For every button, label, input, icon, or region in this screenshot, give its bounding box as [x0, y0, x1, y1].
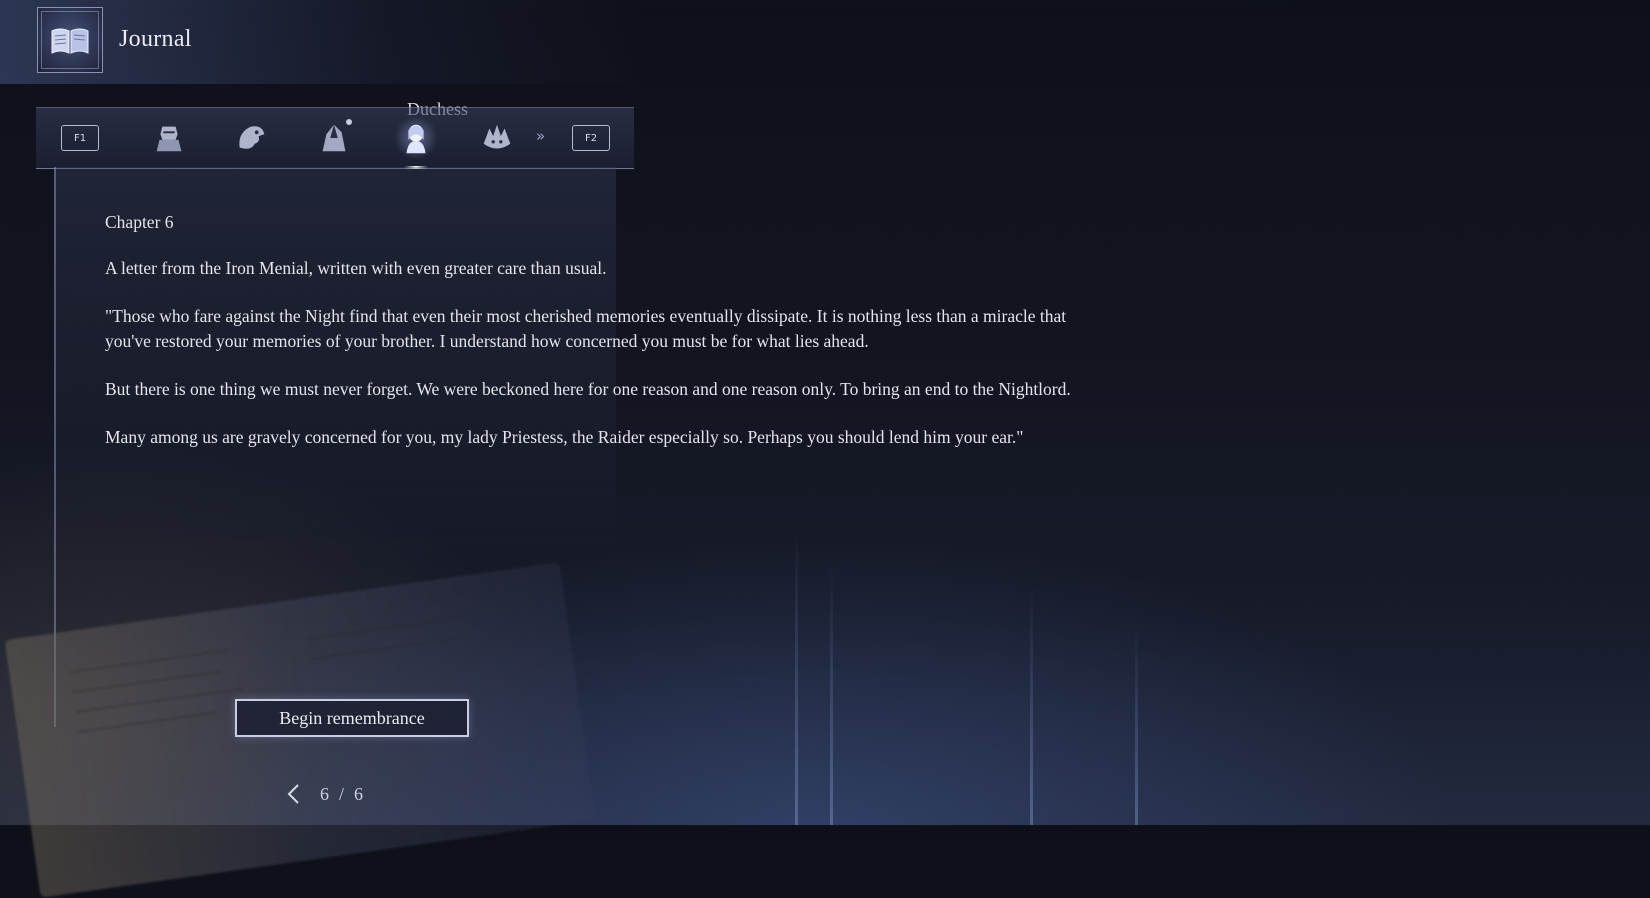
- page-current: 6: [320, 783, 329, 804]
- page-navigator: 6 / 6: [286, 780, 363, 808]
- journal-book-icon: [37, 7, 103, 73]
- duchess-portrait-icon: [406, 124, 426, 154]
- page-title: Journal: [119, 26, 192, 52]
- entry-paragraph: "Those who fare against the Night find t…: [105, 306, 1067, 351]
- journal-entry: Chapter 6 A letter from the Iron Menial,…: [105, 210, 1085, 473]
- light-beam: [830, 565, 833, 825]
- page-total: 6: [354, 783, 364, 804]
- journal-header: Journal: [0, 0, 640, 84]
- tab-knight[interactable]: [147, 116, 191, 160]
- double-chevron-right-icon[interactable]: »: [536, 127, 545, 145]
- entry-paragraph: A letter from the Iron Menial, written w…: [105, 258, 607, 278]
- chapter-heading: Chapter 6: [105, 212, 174, 232]
- light-beam: [1030, 585, 1033, 825]
- tab-cloaked[interactable]: [312, 116, 356, 160]
- tab-beast[interactable]: [475, 116, 519, 160]
- tab-duchess[interactable]: [394, 116, 438, 169]
- spiked-beast-icon: [483, 124, 511, 149]
- entry-paragraph: Many among us are gravely concerned for …: [105, 427, 1024, 447]
- light-beam: [795, 525, 798, 825]
- begin-remembrance-button[interactable]: Begin remembrance: [235, 699, 469, 737]
- new-indicator: [346, 119, 352, 125]
- page-separator: /: [339, 783, 345, 804]
- light-beam: [1135, 625, 1138, 825]
- tab-eagle[interactable]: [229, 116, 273, 160]
- eagle-head-icon: [239, 126, 265, 149]
- f1-key-hint[interactable]: F1: [61, 125, 99, 151]
- character-tab-bar: F1 » F2: [36, 107, 634, 169]
- entry-paragraph: But there is one thing we must never for…: [105, 379, 1071, 399]
- armored-knight-icon: [156, 126, 182, 152]
- chevron-left-icon[interactable]: [286, 783, 302, 805]
- f2-key-hint[interactable]: F2: [572, 125, 610, 151]
